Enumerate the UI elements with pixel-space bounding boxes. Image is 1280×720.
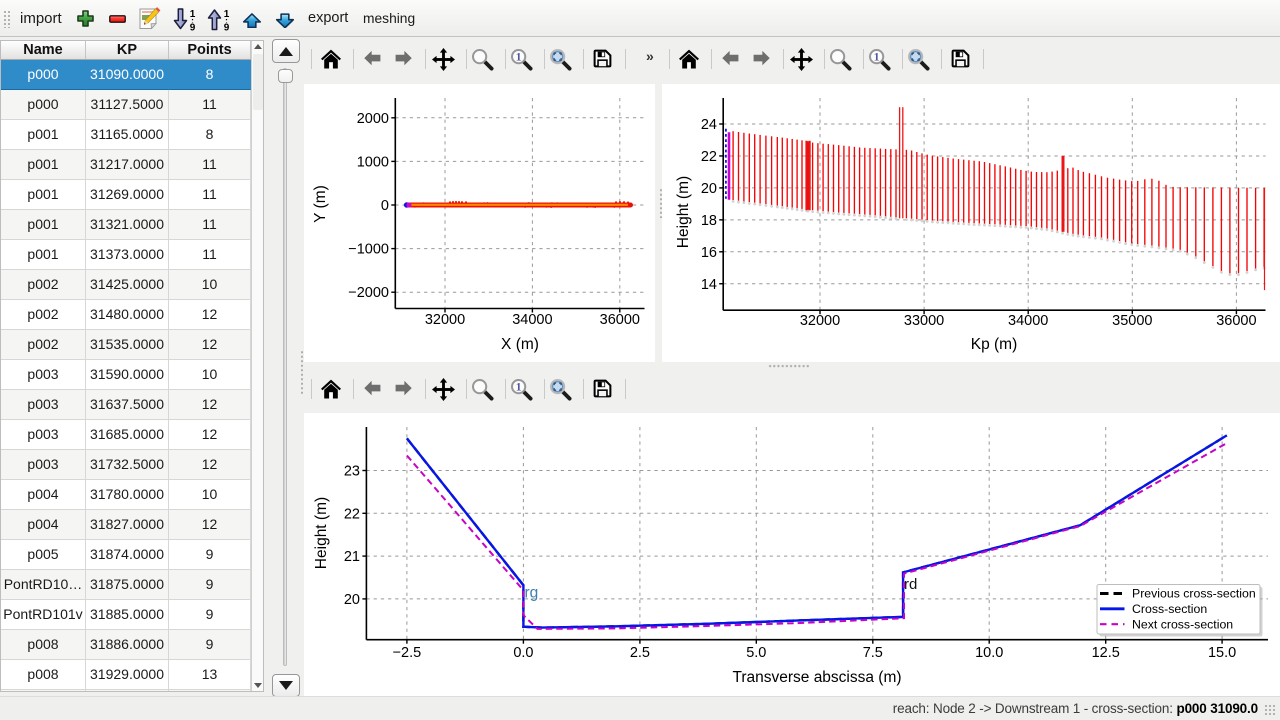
- svg-text:21: 21: [344, 549, 360, 565]
- svg-text:0: 0: [381, 198, 389, 214]
- svg-text:rg: rg: [525, 585, 539, 602]
- svg-text:9: 9: [190, 23, 196, 32]
- svg-text:22: 22: [701, 149, 717, 165]
- svg-text:1: 1: [224, 9, 230, 20]
- svg-text:12.5: 12.5: [1092, 645, 1120, 661]
- svg-text:Cross-section: Cross-section: [1132, 602, 1207, 616]
- svg-text:14: 14: [701, 277, 717, 293]
- svg-text:18: 18: [701, 213, 717, 229]
- svg-text:36000: 36000: [600, 312, 640, 328]
- svg-text:X (m): X (m): [501, 336, 539, 353]
- svg-text:5.0: 5.0: [746, 645, 766, 661]
- svg-text:rd: rd: [904, 576, 917, 593]
- svg-text:−1000: −1000: [348, 242, 389, 258]
- svg-text:20: 20: [701, 181, 717, 197]
- svg-text:Kp (m): Kp (m): [971, 336, 1018, 353]
- svg-text:2.5: 2.5: [630, 645, 650, 661]
- svg-text:Next cross-section: Next cross-section: [1132, 618, 1233, 632]
- svg-text:0.0: 0.0: [513, 645, 533, 661]
- svg-text:32000: 32000: [800, 313, 840, 329]
- svg-text:7.5: 7.5: [863, 645, 883, 661]
- svg-text:−2000: −2000: [348, 285, 389, 301]
- svg-text:20: 20: [344, 592, 360, 608]
- svg-text:32000: 32000: [425, 312, 465, 328]
- svg-text:10.0: 10.0: [975, 645, 1003, 661]
- svg-text:1000: 1000: [357, 154, 389, 170]
- svg-text:2000: 2000: [357, 111, 389, 127]
- svg-text:1: 1: [190, 9, 196, 20]
- svg-text:−2.5: −2.5: [393, 645, 422, 661]
- svg-text:23: 23: [344, 464, 360, 480]
- svg-text:Transverse abscissa (m): Transverse abscissa (m): [732, 669, 901, 686]
- svg-text:33000: 33000: [904, 313, 944, 329]
- svg-text:35000: 35000: [1112, 313, 1152, 329]
- svg-text:Previous cross-section: Previous cross-section: [1132, 587, 1256, 601]
- svg-text:24: 24: [701, 117, 717, 133]
- svg-text:16: 16: [701, 245, 717, 261]
- svg-text:Height (m): Height (m): [313, 497, 330, 569]
- svg-text:34000: 34000: [1008, 313, 1048, 329]
- svg-text:15.0: 15.0: [1208, 645, 1236, 661]
- svg-text:34000: 34000: [512, 312, 552, 328]
- svg-text:36000: 36000: [1216, 313, 1256, 329]
- svg-text:Y (m): Y (m): [312, 185, 329, 223]
- svg-text:9: 9: [224, 23, 230, 32]
- svg-text:22: 22: [344, 506, 360, 522]
- svg-text:Height (m): Height (m): [675, 176, 692, 248]
